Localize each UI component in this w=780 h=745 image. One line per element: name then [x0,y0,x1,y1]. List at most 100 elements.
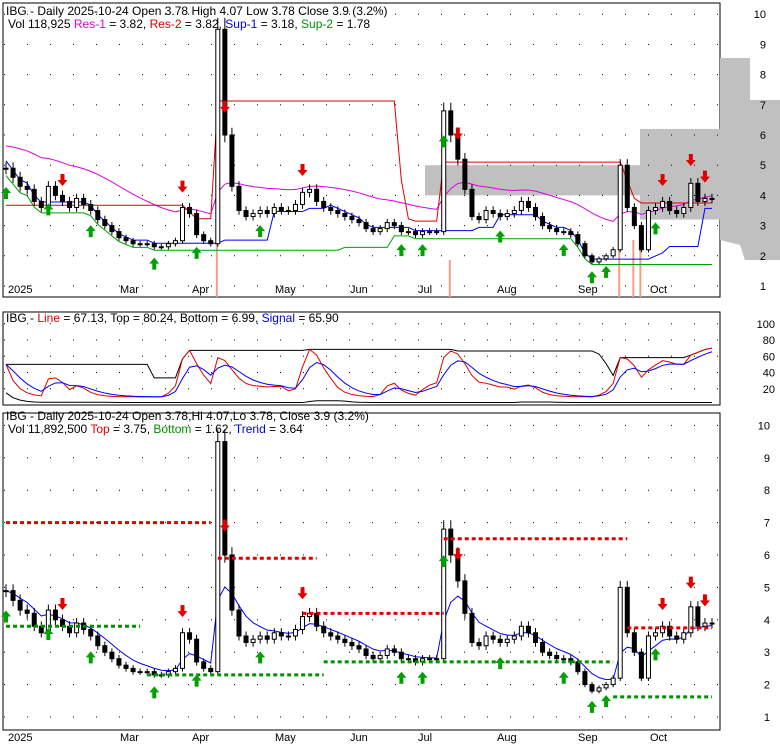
candle-body [349,641,355,647]
candle-body [356,219,362,224]
candle-body [398,651,404,660]
candle-body [420,231,426,236]
sell-arrow-icon [219,519,230,532]
candle-body [243,210,249,218]
candle-body [363,222,369,230]
candle-body [561,231,567,234]
candle-body [165,243,171,248]
price-title: IBG - Daily 2025-10-24 Open 3.78 High 4.… [6,4,388,18]
candle-body [335,635,341,640]
y-tick-label: 80 [763,335,775,347]
candle-body [201,661,207,669]
candle-body [31,188,37,202]
x-tick-label: Aug [497,732,517,744]
sell-arrow-icon [452,548,463,561]
candle-body [144,671,150,674]
y-tick-label: 4 [760,190,766,202]
candle-body [638,651,644,679]
y-tick-label: 5 [760,160,766,172]
candle-body [511,210,517,215]
y-tick-label: 60 [763,351,775,363]
buy-arrow-icon [191,674,202,687]
candle-body [554,228,560,233]
candle-body [596,687,602,692]
y-tick-label: 10 [754,9,766,21]
candle-body [674,635,680,640]
candle-body [540,216,546,227]
candle-body [194,213,200,236]
candle-body [504,638,510,643]
oscillator-legend: IBG - Line = 67.13, Top = 80.24, Bottom … [6,311,339,325]
candle-body [222,28,228,136]
y-tick-label: 3 [760,221,766,233]
candle-body [257,635,263,640]
candle-body [59,194,65,202]
candle-body [589,684,595,692]
candle-body [328,632,334,637]
y-tick-label: 7 [764,518,770,530]
candle-body [236,609,242,637]
candle-body [667,200,673,212]
candle-body [370,654,376,660]
sell-arrow-icon [452,127,463,140]
x-tick-label: 2025 [8,284,32,296]
candle-body [476,216,482,221]
candle-body [589,255,595,263]
x-tick-label: 2025 [8,732,32,744]
panel-frame [2,311,721,406]
oscillator-line [5,347,713,398]
candle-body [377,228,383,233]
buy-arrow-icon [43,628,54,641]
buy-arrow-icon [85,651,96,664]
candle-body [398,225,404,233]
buy-arrow-icon [495,657,506,670]
candle-body [469,188,475,218]
candle-body [660,200,666,208]
candle-body [314,188,320,202]
candle-body [17,176,23,187]
candle-body [525,200,531,208]
candle-body [321,625,327,634]
candle-body [300,191,306,205]
y-tick-label: 8 [760,70,766,82]
candle-body [116,658,122,666]
candle-body [540,641,546,653]
x-tick-label: Jun [350,284,368,296]
trend-line [5,586,713,681]
candle-body [229,554,235,611]
candle-body [292,203,298,212]
signal-line [5,351,713,398]
y-tick-label: 10 [758,420,770,432]
x-tick-label: May [275,284,296,296]
candle-body [236,185,242,211]
y-tick-label: 9 [764,453,770,465]
candle-body [653,206,659,211]
buy-arrow-icon [558,244,569,257]
trend-legend: Vol 11,892,500 Top = 3.75, Bottom = 1.62… [8,422,303,436]
candle-body [95,210,101,221]
candle-body [462,158,468,190]
candle-body [709,197,715,200]
candle-body [144,243,150,246]
candle-body [116,231,122,239]
candle-body [702,622,708,627]
candle-body [511,635,517,640]
candle-body [603,255,609,260]
price-panel: 1 2 3 4 5 6 7 8 9 10 2025 Mar Apr May Jun Jul Aug Sep Oct [1,2,780,298]
candle-body [617,586,623,679]
candle-body [271,206,277,215]
candle-body [88,629,94,637]
candle-body [24,185,30,190]
candle-body [300,616,306,631]
candle-body [278,632,284,637]
buy-arrow-icon [85,225,96,238]
buy-arrow-icon [255,651,266,664]
candle-body [448,110,454,136]
candle-body [95,635,101,647]
candle-body [434,658,440,661]
y-tick-label: 4 [764,615,770,627]
candle-body [172,240,178,245]
y-tick-label: 100 [757,319,775,331]
candle-body [441,528,447,660]
buy-arrow-icon [438,555,449,568]
